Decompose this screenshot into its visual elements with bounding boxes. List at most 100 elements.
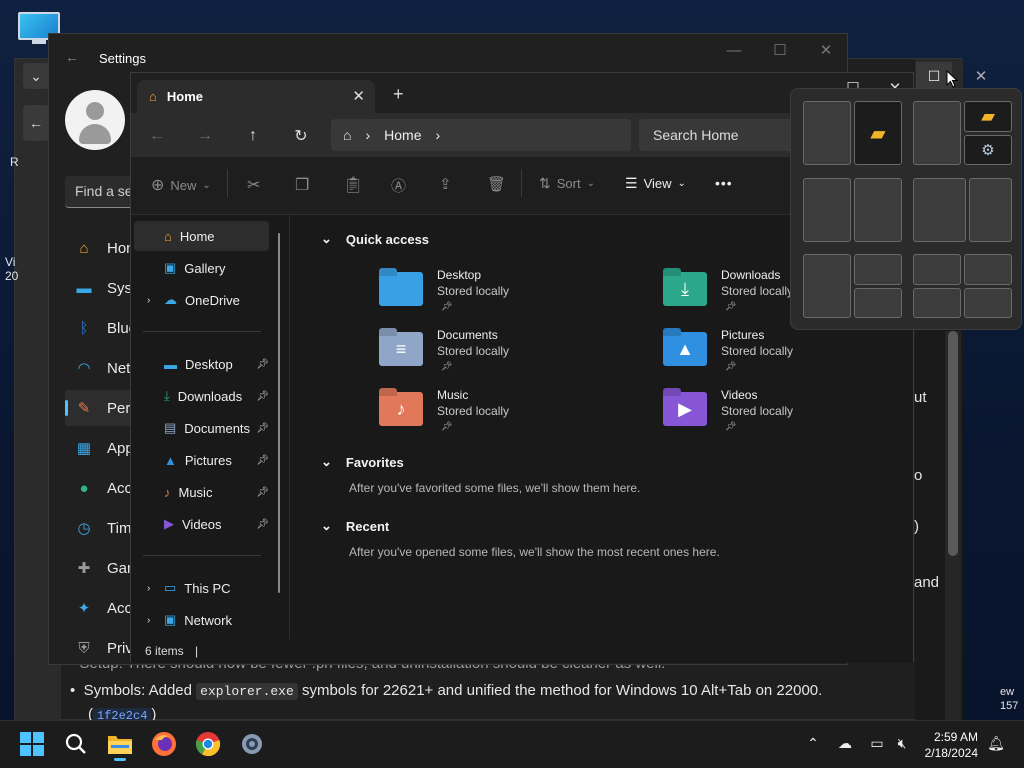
- snap-zone[interactable]: [913, 178, 966, 242]
- delete-icon[interactable]: 🗑︎: [487, 175, 506, 193]
- accessibility-icon: ✦: [77, 600, 91, 617]
- breadcrumb[interactable]: Home: [384, 127, 421, 143]
- forward-arrow-icon[interactable]: →: [193, 124, 217, 148]
- snap-zone[interactable]: [964, 288, 1012, 318]
- maximize-button[interactable]: ☐: [757, 34, 803, 66]
- sidebar-item-onedrive[interactable]: › ☁ OneDrive: [134, 285, 269, 315]
- snap-zone[interactable]: [803, 254, 851, 318]
- snap-zone[interactable]: [964, 254, 1012, 285]
- item-subtitle: Stored locally: [721, 404, 794, 418]
- quick-access-item[interactable]: ▲ Pictures Stored locally 📌︎: [663, 328, 923, 380]
- snap-zone[interactable]: [854, 254, 902, 285]
- bullet-dot: •: [70, 682, 84, 699]
- quick-access-item[interactable]: ≡ Documents Stored locally 📌︎: [379, 328, 639, 380]
- quick-access-item[interactable]: Desktop Stored locally 📌︎: [379, 268, 639, 320]
- pin-icon: 📌︎: [441, 421, 453, 431]
- snap-zone[interactable]: [913, 288, 961, 318]
- section-favorites[interactable]: ⌄ Favorites: [321, 454, 404, 470]
- share-icon[interactable]: ⇪: [439, 175, 452, 193]
- search-icon: [65, 733, 86, 754]
- quick-access-item[interactable]: ▶ Videos Stored locally 📌︎: [663, 388, 923, 440]
- nav-label: Tim: [107, 519, 132, 537]
- new-button[interactable]: ⊕ New ⌄: [151, 175, 211, 195]
- system-clock[interactable]: 2:59 AM 2/18/2024: [918, 729, 978, 761]
- tab-home[interactable]: ⌂ Home ✕: [137, 80, 375, 113]
- sidebar-item-this-pc[interactable]: › ▭ This PC: [134, 573, 269, 603]
- paste-icon[interactable]: 📋︎: [343, 175, 363, 195]
- downloads-folder-icon: ⤓: [663, 272, 707, 306]
- brush-icon: ✎: [77, 400, 91, 417]
- avatar[interactable]: [65, 90, 125, 150]
- firefox-icon: [152, 732, 176, 756]
- back-icon[interactable]: ←: [23, 105, 49, 141]
- sidebar-item-pictures[interactable]: ▲ Pictures 📌︎: [134, 445, 269, 475]
- desktop-folder-icon: [379, 272, 423, 306]
- tab-label: Home: [166, 89, 203, 104]
- music-icon: ♪: [164, 484, 171, 500]
- section-recent[interactable]: ⌄ Recent: [321, 518, 389, 534]
- close-tab-icon[interactable]: ✕: [352, 87, 365, 105]
- sidebar-item-videos[interactable]: ▶ Videos 📌︎: [134, 509, 269, 539]
- refresh-icon[interactable]: ↻: [289, 124, 313, 148]
- address-bar[interactable]: ⌂ › Home ›: [331, 119, 631, 151]
- sidebar-item-documents[interactable]: ▤ Documents 📌︎: [134, 413, 269, 443]
- chevron-right-icon[interactable]: ›: [147, 295, 150, 306]
- back-arrow-icon[interactable]: ←: [145, 124, 169, 148]
- sidebar-item-desktop[interactable]: ▬ Desktop 📌︎: [134, 349, 269, 379]
- snap-zone[interactable]: [913, 101, 961, 165]
- new-tab-button[interactable]: +: [393, 84, 404, 105]
- desktop-folder-icon: ▬: [164, 356, 177, 372]
- sort-button[interactable]: ⇅ Sort ⌄: [539, 175, 595, 192]
- section-quick-access[interactable]: ⌄ Quick access: [321, 231, 429, 247]
- snap-zone[interactable]: [913, 254, 961, 285]
- snap-zone-explorer[interactable]: ▰: [854, 101, 902, 165]
- copy-icon[interactable]: ❐: [295, 175, 309, 195]
- view-button[interactable]: ☰ View ⌄: [625, 175, 686, 192]
- chevron-up-icon[interactable]: ⌃: [803, 733, 823, 753]
- search-button[interactable]: [58, 726, 94, 762]
- pane-splitter[interactable]: [289, 215, 290, 641]
- start-button[interactable]: [14, 726, 50, 762]
- apps-icon: ▦: [76, 440, 92, 457]
- taskbar-firefox[interactable]: [146, 726, 182, 762]
- sidebar-scrollbar[interactable]: [278, 233, 280, 593]
- sidebar-item-music[interactable]: ♪ Music 📌︎: [134, 477, 269, 507]
- notification-bell-icon[interactable]: 🔔︎: [986, 733, 1006, 753]
- volume-muted-icon[interactable]: 🔇︎: [892, 733, 912, 753]
- more-options-button[interactable]: •••: [715, 175, 733, 191]
- quick-access-item[interactable]: ♪ Music Stored locally 📌︎: [379, 388, 639, 440]
- pin-icon: 📌︎: [725, 361, 737, 371]
- sidebar-label: Home: [179, 228, 215, 244]
- taskbar-settings[interactable]: [234, 726, 270, 762]
- sidebar-item-downloads[interactable]: ⤓ Downloads 📌︎: [134, 381, 269, 411]
- snap-zone[interactable]: [854, 288, 902, 318]
- snap-zone-settings[interactable]: ⚙: [964, 135, 1012, 165]
- browser-scroll-thumb[interactable]: [948, 331, 958, 556]
- chevron-down-icon[interactable]: ⌄: [23, 63, 49, 89]
- close-button[interactable]: ✕: [803, 34, 849, 66]
- up-arrow-icon[interactable]: ↑: [241, 124, 265, 148]
- chevron-right-icon[interactable]: ›: [147, 583, 150, 594]
- home-icon: ⌂: [164, 228, 172, 244]
- chevron-right-icon[interactable]: ›: [147, 615, 150, 626]
- cut-icon[interactable]: ✂: [247, 175, 260, 195]
- snap-zone[interactable]: [803, 178, 851, 242]
- back-arrow-icon[interactable]: ←: [65, 49, 79, 65]
- snap-zone[interactable]: [969, 178, 1012, 242]
- gear-icon: ⚙: [981, 142, 995, 159]
- taskbar-chrome[interactable]: [190, 726, 226, 762]
- snap-zone-explorer[interactable]: ▰: [964, 101, 1012, 132]
- sidebar-item-home[interactable]: ⌂ Home: [134, 221, 269, 251]
- taskbar-file-explorer[interactable]: [102, 726, 138, 762]
- snap-zone[interactable]: [854, 178, 902, 242]
- sidebar-item-network[interactable]: › ▣ Network: [134, 605, 269, 635]
- onedrive-offline-icon[interactable]: ☁: [835, 733, 855, 753]
- sidebar-item-gallery[interactable]: ▣ Gallery: [134, 253, 269, 283]
- list-item: • Symbols: Added explorer.exe symbols fo…: [70, 682, 890, 700]
- snap-zone[interactable]: [803, 101, 851, 165]
- network-icon[interactable]: ▭: [867, 733, 887, 753]
- pin-icon: 📌︎: [441, 361, 453, 371]
- rename-icon[interactable]: Ⓐ: [391, 175, 406, 196]
- page-text-peek: and: [914, 574, 940, 591]
- minimize-button[interactable]: —: [711, 34, 757, 66]
